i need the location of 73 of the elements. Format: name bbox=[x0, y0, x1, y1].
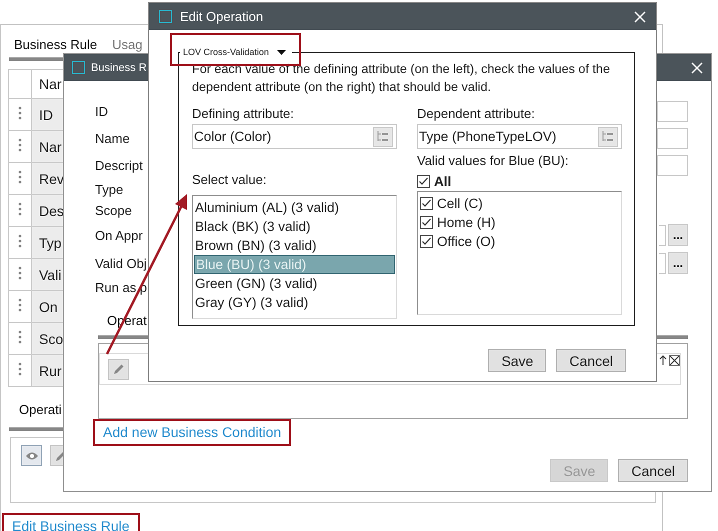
field-label: Descript bbox=[95, 158, 143, 173]
input-field[interactable] bbox=[659, 252, 666, 274]
tab[interactable]: Usag bbox=[112, 36, 142, 52]
edit-business-rule-link[interactable]: Edit Business Rule bbox=[12, 518, 130, 531]
drag-handle-icon[interactable] bbox=[18, 266, 22, 280]
field-label: Defining attribute: bbox=[192, 106, 295, 123]
window-title: Edit Operation bbox=[180, 9, 264, 24]
field-label: Valid Obj bbox=[95, 256, 147, 270]
column-header: Nar bbox=[39, 76, 62, 92]
arrow-up-icon[interactable] bbox=[659, 355, 667, 366]
drag-handle-icon[interactable] bbox=[18, 202, 22, 216]
table-cell: Rur bbox=[39, 362, 62, 378]
edit-button[interactable] bbox=[108, 358, 129, 380]
dialog-button[interactable]: Save bbox=[488, 349, 546, 372]
input-field[interactable]: Type (PhoneTypeLOV) bbox=[417, 124, 622, 149]
view-button[interactable] bbox=[21, 445, 42, 466]
field-label: Name bbox=[95, 131, 130, 146]
field-label: Valid values for Blue (BU): bbox=[417, 153, 570, 170]
checkbox-label: All bbox=[434, 174, 452, 188]
input-field[interactable]: Color (Color) bbox=[192, 124, 397, 149]
table-cell: Sco bbox=[39, 330, 64, 346]
input-field[interactable] bbox=[659, 224, 666, 246]
window-title: Business R bbox=[91, 62, 147, 74]
list-item[interactable]: Brown (BN) (3 valid) bbox=[194, 236, 395, 255]
table-cell: ID bbox=[39, 106, 53, 122]
drag-handle-icon[interactable] bbox=[18, 330, 22, 344]
field-label: Type bbox=[95, 182, 124, 197]
browse-button[interactable]: ... bbox=[668, 252, 688, 274]
window-icon bbox=[72, 61, 85, 74]
drag-handle-icon[interactable] bbox=[18, 298, 22, 312]
drag-handle-icon[interactable] bbox=[18, 362, 22, 376]
table-cell: Des bbox=[39, 202, 64, 218]
checkbox[interactable] bbox=[420, 216, 433, 229]
table-cell: Vali bbox=[39, 266, 62, 282]
checkbox[interactable] bbox=[417, 174, 430, 188]
field-label: ID bbox=[95, 104, 108, 119]
checkbox-label: Office (O) bbox=[437, 233, 496, 251]
checkbox-label: Home (H) bbox=[437, 214, 496, 232]
close-icon[interactable] bbox=[669, 355, 680, 366]
tree-picker-icon[interactable] bbox=[373, 126, 393, 146]
list-item[interactable]: Gray (GY) (3 valid) bbox=[194, 293, 395, 312]
checkbox[interactable] bbox=[420, 235, 433, 248]
table-cell: Rev bbox=[39, 170, 64, 186]
tree-picker-icon[interactable] bbox=[598, 126, 618, 146]
table-cell: Typ bbox=[39, 234, 62, 250]
list-item[interactable]: Aluminium (AL) (3 valid) bbox=[194, 198, 395, 217]
dialog-button[interactable]: Cancel bbox=[618, 459, 688, 482]
table-cell: Nar bbox=[39, 138, 62, 154]
input-field[interactable] bbox=[657, 155, 688, 176]
window-icon bbox=[159, 10, 172, 23]
drag-handle-icon[interactable] bbox=[18, 234, 22, 248]
tab[interactable]: Business Rule bbox=[14, 36, 98, 52]
eye-icon bbox=[24, 450, 38, 460]
drag-handle-icon[interactable] bbox=[18, 106, 22, 120]
browse-button[interactable]: ... bbox=[668, 224, 688, 246]
field-label: Select value: bbox=[192, 172, 268, 189]
field-label: Dependent attribute: bbox=[417, 106, 536, 123]
input-field[interactable] bbox=[657, 101, 688, 122]
list-item[interactable]: Green (GN) (3 valid) bbox=[194, 274, 395, 293]
tab[interactable]: Operati bbox=[19, 402, 62, 417]
drag-handle-icon[interactable] bbox=[18, 170, 22, 184]
field-label: On Appr bbox=[95, 228, 143, 242]
field-label: Scope bbox=[95, 203, 132, 218]
input-field[interactable] bbox=[657, 128, 688, 149]
dialog-button[interactable]: Cancel bbox=[556, 349, 626, 372]
checkbox-label: Cell (C) bbox=[437, 195, 483, 213]
list-item[interactable]: Black (BK) (3 valid) bbox=[194, 217, 395, 236]
checkbox[interactable] bbox=[420, 197, 433, 210]
table-cell: On bbox=[39, 298, 58, 314]
pencil-icon bbox=[112, 363, 124, 375]
operation-type-dropdown[interactable]: LOV Cross-Validation bbox=[180, 47, 292, 57]
drag-handle-icon[interactable] bbox=[18, 138, 22, 152]
add-condition-link[interactable]: Add new Business Condition bbox=[103, 424, 282, 440]
